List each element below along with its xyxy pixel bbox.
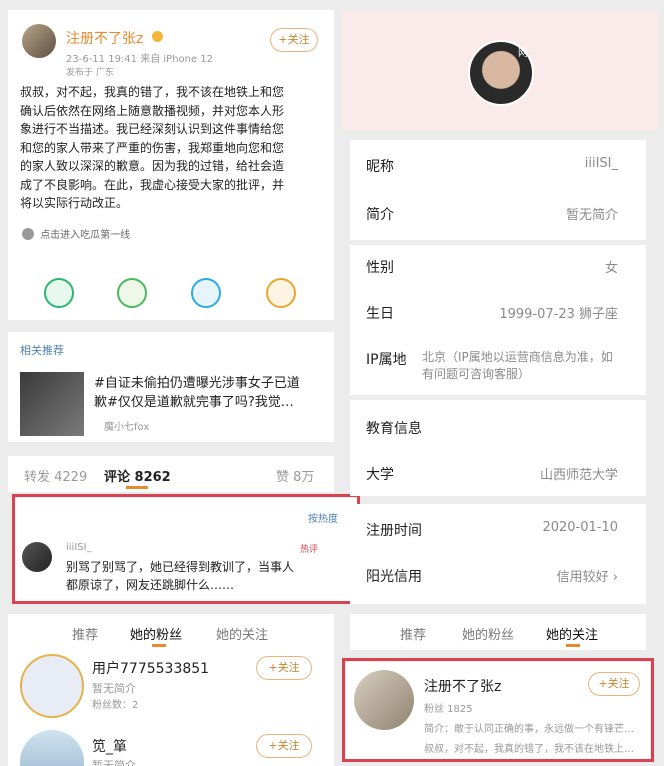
fan-avatar[interactable] bbox=[20, 730, 84, 766]
education-card: 教育信息 大学 山西师范大学 bbox=[350, 400, 646, 496]
highlight-box-following bbox=[342, 658, 654, 762]
post-username[interactable]: 注册不了张z bbox=[66, 28, 143, 48]
vip-crown-icon bbox=[152, 31, 163, 42]
fan-count: 粉丝数：2 bbox=[92, 700, 139, 711]
post-body: 叔叔，对不起，我真的错了，我不该在地铁上和您 确认后依然在网络上随意散播视频，并… bbox=[20, 85, 285, 210]
follow-button[interactable]: +关注 bbox=[256, 656, 312, 680]
tab-her-fans[interactable]: 她的粉丝 bbox=[462, 624, 514, 643]
avatar[interactable] bbox=[22, 24, 56, 58]
fan-name[interactable]: 用户7775533851 bbox=[92, 658, 209, 678]
wechat-icon[interactable] bbox=[44, 278, 74, 308]
post-meta: 23-6-11 19:41 来自 iPhone 12 bbox=[66, 54, 214, 65]
related-thumbnail[interactable] bbox=[20, 372, 84, 436]
comment-tab-indicator bbox=[126, 486, 148, 489]
stats-bar: 转发 4229 评论 8262 赞 8万 bbox=[8, 456, 334, 492]
related-author[interactable]: 魔小七fox bbox=[104, 418, 149, 433]
account-card: 注册时间 2020-01-10 阳光信用 信用较好 › bbox=[350, 504, 646, 604]
qq-icon[interactable] bbox=[191, 278, 221, 308]
favorite-icon[interactable] bbox=[266, 278, 296, 308]
topic-icon bbox=[22, 227, 34, 240]
comment-count[interactable]: 评论 8262 bbox=[104, 466, 171, 485]
right-tabs: 推荐 她的粉丝 她的关注 bbox=[350, 614, 646, 650]
left-tabs: 推荐 她的粉丝 她的关注 bbox=[8, 614, 334, 650]
follow-button[interactable]: +关注 bbox=[270, 28, 318, 52]
fan-desc: 暂无简介 bbox=[92, 682, 136, 695]
avatar-tag: 网 bbox=[518, 48, 528, 59]
fan-desc: 暂无简介 bbox=[92, 759, 136, 766]
topic-chip[interactable]: 点击进入吃瓜第一线 bbox=[22, 226, 130, 241]
fan-avatar[interactable] bbox=[20, 654, 84, 718]
moments-icon[interactable] bbox=[117, 278, 147, 308]
repost-count[interactable]: 转发 4229 bbox=[24, 466, 87, 485]
fans-list: 用户7775533851 暂无简介 粉丝数：2 +关注 笕_箪 暂无简介 +关注 bbox=[8, 650, 334, 766]
related-header: 相关推荐 bbox=[20, 344, 64, 357]
highlight-box-comment bbox=[12, 494, 360, 604]
tab-her-following[interactable]: 她的关注 bbox=[546, 624, 598, 643]
tab-her-following[interactable]: 她的关注 bbox=[216, 624, 268, 643]
tab-her-fans[interactable]: 她的粉丝 bbox=[130, 624, 182, 643]
related-card: 相关推荐 #自证未偷拍仍遭曝光涉事女子已道 歉#仅仅是道歉就完事了吗?我觉… 魔… bbox=[8, 332, 334, 442]
active-tab-indicator bbox=[566, 644, 580, 647]
related-title[interactable]: #自证未偷拍仍遭曝光涉事女子已道 歉#仅仅是道歉就完事了吗?我觉… bbox=[94, 374, 328, 412]
tab-recommend[interactable]: 推荐 bbox=[72, 624, 98, 643]
like-count[interactable]: 赞 8万 bbox=[276, 466, 314, 485]
tab-recommend[interactable]: 推荐 bbox=[400, 624, 426, 643]
basic-info-card: 昵称 iiiISI_ 简介 暂无简介 bbox=[350, 140, 646, 240]
post-card: 注册不了张z 23-6-11 19:41 来自 iPhone 12 发布于 广东… bbox=[8, 10, 334, 320]
active-tab-indicator bbox=[152, 644, 166, 647]
personal-info-card: 性别女 生日 1999-07-23 狮子座 IP属地 北京（IP属地以运营商信息为… bbox=[350, 245, 646, 395]
profile-header: 网 bbox=[342, 10, 658, 130]
follow-button[interactable]: +关注 bbox=[256, 734, 312, 758]
post-location: 发布于 广东 bbox=[66, 68, 114, 78]
fan-name[interactable]: 笕_箪 bbox=[92, 736, 127, 756]
